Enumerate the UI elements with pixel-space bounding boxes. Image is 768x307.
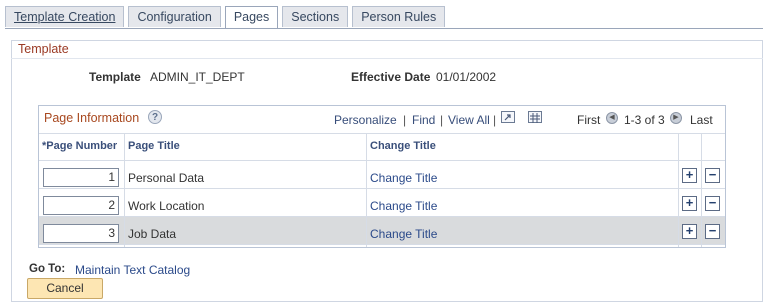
column-divider bbox=[124, 133, 125, 247]
page-number-input[interactable]: 1 bbox=[43, 168, 119, 187]
tab-pages[interactable]: Pages bbox=[224, 6, 279, 29]
column-header-change-title: Change Title bbox=[370, 140, 436, 152]
nav-separator: | bbox=[403, 113, 407, 127]
help-icon[interactable]: ? bbox=[148, 110, 162, 124]
nav-separator: | bbox=[440, 113, 444, 127]
add-row-button[interactable]: + bbox=[682, 224, 697, 239]
maintain-text-catalog-link[interactable]: Maintain Text Catalog bbox=[75, 263, 190, 277]
find-link[interactable]: Find bbox=[412, 113, 435, 127]
column-divider bbox=[701, 133, 702, 247]
delete-row-button[interactable]: − bbox=[705, 224, 720, 239]
template-value: ADMIN_IT_DEPT bbox=[150, 70, 245, 84]
row-range: 1-3 of 3 bbox=[624, 113, 665, 127]
download-spreadsheet-icon[interactable] bbox=[528, 111, 542, 123]
change-title-link[interactable]: Change Title bbox=[370, 171, 437, 185]
panel-title: Template bbox=[18, 42, 69, 56]
zoom-grid-icon[interactable] bbox=[501, 111, 515, 123]
nav-separator: | bbox=[493, 113, 497, 127]
page-title-cell: Work Location bbox=[128, 199, 205, 213]
template-label: Template bbox=[89, 70, 141, 84]
previous-icon[interactable]: ◀ bbox=[606, 112, 618, 124]
column-header-page-title: Page Title bbox=[128, 140, 180, 152]
page-number-input[interactable]: 2 bbox=[43, 196, 119, 215]
change-title-link[interactable]: Change Title bbox=[370, 227, 437, 241]
last-label: Last bbox=[690, 113, 713, 127]
tab-person-rules[interactable]: Person Rules bbox=[352, 6, 446, 27]
panel-title-divider bbox=[11, 58, 763, 59]
tab-template-creation[interactable]: Template Creation bbox=[5, 6, 125, 27]
effective-date-label: Effective Date bbox=[351, 70, 431, 84]
add-row-button[interactable]: + bbox=[682, 196, 697, 211]
first-label: First bbox=[577, 113, 601, 127]
column-header-page-number: *Page Number bbox=[42, 140, 118, 152]
view-all-link[interactable]: View All bbox=[448, 113, 490, 127]
tab-bar: Template Creation Configuration Pages Se… bbox=[5, 6, 449, 29]
delete-row-button[interactable]: − bbox=[705, 168, 720, 183]
goto-label: Go To: bbox=[29, 263, 66, 275]
cancel-button[interactable]: Cancel bbox=[27, 278, 103, 299]
tab-divider bbox=[5, 28, 763, 29]
delete-row-button[interactable]: − bbox=[705, 196, 720, 211]
column-divider bbox=[678, 133, 679, 247]
page-title-cell: Job Data bbox=[128, 227, 177, 241]
next-icon[interactable]: ▶ bbox=[670, 112, 682, 124]
personalize-link[interactable]: Personalize bbox=[334, 113, 397, 127]
page-title-cell: Personal Data bbox=[128, 171, 205, 185]
grid-title: Page Information bbox=[44, 111, 140, 125]
add-row-button[interactable]: + bbox=[682, 168, 697, 183]
tab-configuration[interactable]: Configuration bbox=[128, 6, 221, 27]
effective-date-value: 01/01/2002 bbox=[436, 70, 497, 84]
change-title-link[interactable]: Change Title bbox=[370, 199, 437, 213]
page-number-input[interactable]: 3 bbox=[43, 224, 119, 243]
tab-sections[interactable]: Sections bbox=[282, 6, 349, 27]
column-divider bbox=[366, 133, 367, 247]
